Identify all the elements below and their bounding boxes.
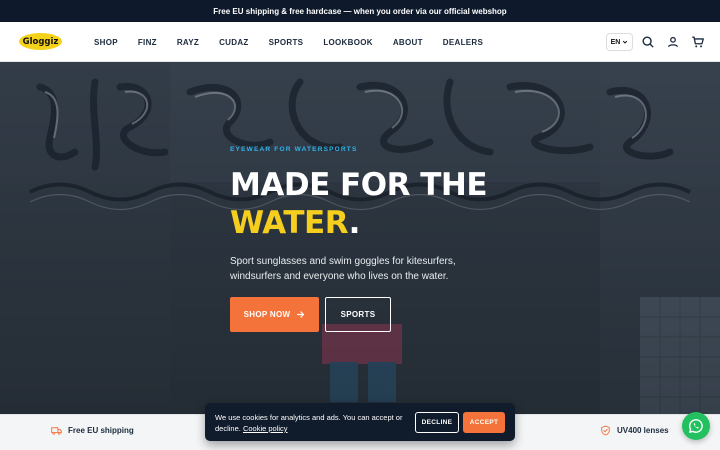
accept-button[interactable]: ACCEPT — [463, 412, 505, 433]
hero-headline-period: . — [348, 205, 361, 241]
nav-item-finz[interactable]: FINZ — [138, 38, 157, 47]
nav-item-dealers[interactable]: DEALERS — [443, 38, 483, 47]
feature-uv: UV400 lenses — [600, 415, 669, 445]
feature-shipping-label: Free EU shipping — [68, 425, 134, 435]
whatsapp-icon — [689, 419, 703, 433]
language-selector[interactable]: EN — [606, 33, 633, 51]
chevron-down-icon — [623, 40, 628, 44]
announcement-bar: Free EU shipping & free hardcase — when … — [0, 0, 720, 22]
user-icon[interactable] — [666, 35, 680, 49]
shop-now-button[interactable]: SHOP NOW — [230, 297, 319, 332]
nav-item-cudaz[interactable]: CUDAZ — [219, 38, 249, 47]
hero-headline-line1: MADE FOR THE — [230, 167, 488, 203]
hero-description: Sport sunglasses and swim goggles for ki… — [230, 256, 456, 282]
arrow-right-icon — [297, 311, 305, 318]
cart-icon[interactable] — [691, 35, 705, 49]
cookie-banner: We use cookies for analytics and ads. Yo… — [205, 403, 515, 441]
nav-item-about[interactable]: ABOUT — [393, 38, 423, 47]
feature-shipping: Free EU shipping — [51, 415, 134, 445]
nav-item-shop[interactable]: SHOP — [94, 38, 118, 47]
search-icon[interactable] — [641, 35, 655, 49]
whatsapp-chat-button[interactable] — [682, 412, 710, 440]
nav-item-rayz[interactable]: RAYZ — [177, 38, 199, 47]
cookie-policy-link[interactable]: Cookie policy — [243, 424, 288, 433]
hero-eyebrow: EYEWEAR FOR WATERSPORTS — [230, 146, 358, 153]
decline-label: DECLINE — [421, 419, 453, 426]
brand-logo-text: Gloggiz — [22, 36, 59, 47]
shop-now-label: SHOP NOW — [243, 310, 291, 319]
cookie-text: We use cookies for analytics and ads. Yo… — [215, 412, 410, 434]
sports-button-label: SPORTS — [340, 310, 376, 319]
nav-item-sports[interactable]: SPORTS — [269, 38, 304, 47]
nav-item-lookbook[interactable]: LOOKBOOK — [323, 38, 373, 47]
feature-uv-label: UV400 lenses — [617, 425, 669, 435]
hero-headline-accent: WATER — [230, 205, 349, 241]
sports-button[interactable]: SPORTS — [325, 297, 391, 332]
site-header: Gloggiz SHOP FINZ RAYZ CUDAZ SPORTS LOOK… — [0, 22, 720, 62]
hero-section: EYEWEAR FOR WATERSPORTS MADE FOR THE WAT… — [0, 62, 720, 414]
hero-headline: MADE FOR THE WATER. — [230, 166, 488, 242]
decline-button[interactable]: DECLINE — [415, 412, 459, 433]
announcement-text: Free EU shipping & free hardcase — when … — [213, 6, 507, 16]
language-label: EN — [610, 38, 621, 46]
main-nav: SHOP FINZ RAYZ CUDAZ SPORTS LOOKBOOK ABO… — [94, 22, 503, 62]
accept-label: ACCEPT — [469, 419, 499, 426]
shield-icon — [601, 425, 610, 435]
truck-icon — [51, 426, 62, 435]
brand-logo[interactable]: Gloggiz — [19, 33, 62, 50]
